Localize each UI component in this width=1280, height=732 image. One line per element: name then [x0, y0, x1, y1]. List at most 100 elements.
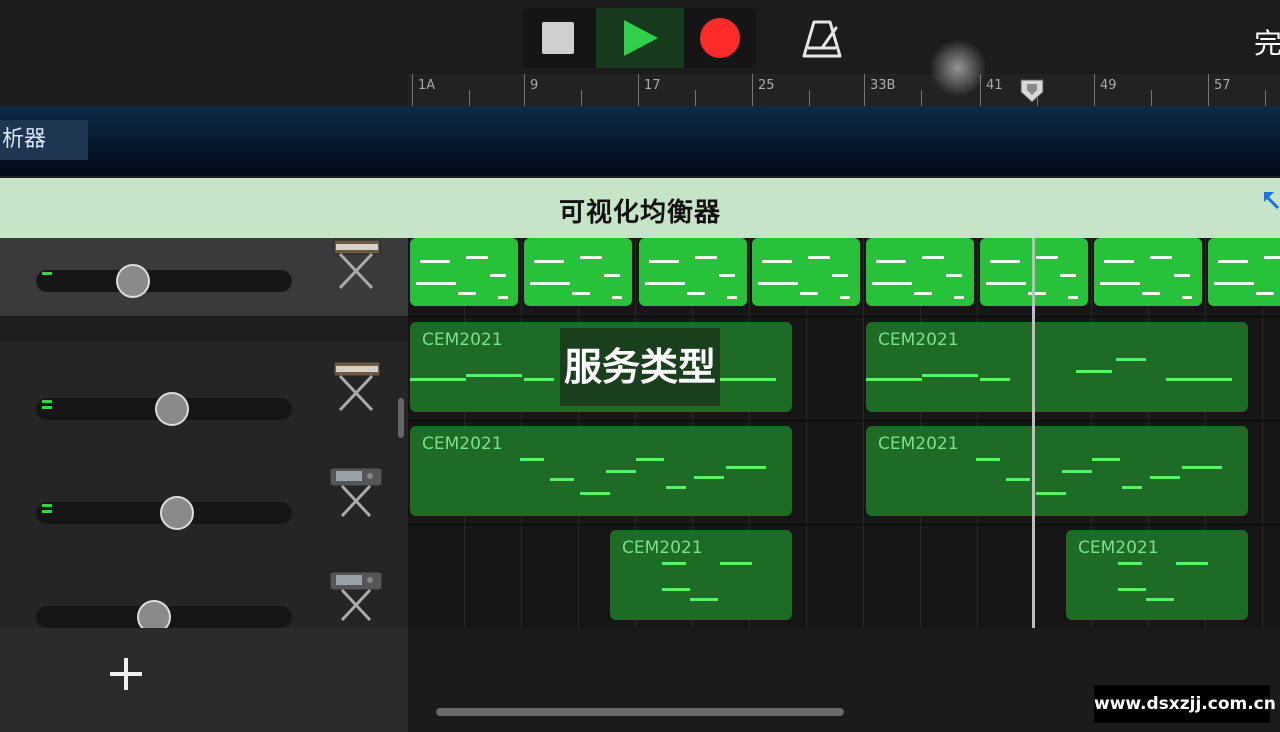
midi-note: [1116, 358, 1146, 361]
timeline-ruler[interactable]: 1A 9 17 25 33B 41 49 57: [408, 74, 1280, 106]
touch-indicator: [930, 40, 986, 96]
midi-region[interactable]: [1208, 238, 1280, 306]
region-name: CEM2021: [422, 330, 503, 350]
ruler-subtick: [469, 90, 470, 106]
midi-note: [466, 256, 488, 259]
midi-note: [636, 458, 664, 461]
done-button[interactable]: 完: [1254, 22, 1280, 62]
midi-note: [976, 458, 1000, 461]
synth-keyboard-icon[interactable]: [326, 232, 386, 296]
midi-note: [534, 260, 564, 263]
midi-note: [1118, 588, 1146, 591]
midi-region[interactable]: [410, 238, 518, 306]
midi-note: [490, 274, 506, 277]
midi-note: [1182, 466, 1222, 469]
level-meter: [42, 504, 52, 516]
midi-note: [1104, 260, 1134, 263]
midi-note: [986, 282, 1026, 285]
midi-note: [666, 486, 686, 489]
midi-region[interactable]: CEM2021: [610, 530, 792, 620]
midi-note: [1060, 274, 1076, 277]
midi-note: [1092, 458, 1120, 461]
midi-note: [580, 492, 610, 495]
track-header[interactable]: [0, 446, 408, 551]
record-button[interactable]: [684, 8, 756, 68]
ruler-bar-label: 17: [644, 78, 661, 93]
midi-note: [1142, 292, 1160, 295]
midi-region[interactable]: [639, 238, 747, 306]
ruler-tick: [1094, 74, 1095, 106]
track-row-separator: [408, 420, 1280, 421]
midi-note: [606, 470, 636, 473]
plus-icon[interactable]: [108, 656, 144, 692]
midi-note: [1068, 296, 1078, 299]
midi-note: [1166, 378, 1232, 381]
tracks-grid[interactable]: CEM2021 CEM2021 CEM2021 CEM2021 CEM2021 CEM20…: [408, 238, 1280, 628]
midi-note: [872, 282, 912, 285]
volume-knob[interactable]: [116, 264, 151, 298]
midi-note: [808, 256, 830, 259]
region-name: CEM2021: [878, 434, 959, 454]
ruler-subtick: [1265, 90, 1266, 106]
ruler-subtick: [809, 90, 810, 106]
track-header[interactable]: [0, 342, 408, 447]
midi-region[interactable]: [524, 238, 632, 306]
ruler-subtick: [1151, 90, 1152, 106]
drum-machine-icon[interactable]: [326, 562, 386, 626]
track-header[interactable]: [0, 238, 408, 317]
midi-note: [572, 292, 590, 295]
midi-note: [645, 282, 685, 285]
midi-note: [580, 256, 602, 259]
midi-note: [946, 274, 962, 277]
midi-note: [1118, 562, 1142, 565]
midi-note: [866, 378, 922, 381]
midi-note: [1036, 256, 1058, 259]
midi-region[interactable]: CEM2021: [410, 426, 792, 516]
analyzer-tab[interactable]: 析器: [0, 120, 88, 160]
midi-region[interactable]: [866, 238, 974, 306]
midi-note: [1218, 260, 1248, 263]
add-track-area: [0, 628, 408, 732]
visual-eq-bar[interactable]: 可视化均衡器: [0, 178, 1280, 238]
midi-region[interactable]: CEM2021: [1066, 530, 1248, 620]
midi-region[interactable]: [1094, 238, 1202, 306]
midi-note: [690, 598, 718, 601]
midi-region[interactable]: CEM2021: [866, 426, 1248, 516]
midi-note: [980, 378, 1010, 381]
midi-note: [922, 374, 978, 377]
ruler-bar-label: 57: [1214, 78, 1231, 93]
volume-slider[interactable]: [36, 270, 292, 292]
midi-note: [604, 274, 620, 277]
ruler-bar-label: 9: [530, 78, 539, 93]
ruler-bar-label: 1A: [418, 78, 436, 93]
synth-keyboard-icon[interactable]: [326, 354, 386, 418]
midi-note: [649, 260, 679, 263]
volume-knob[interactable]: [154, 392, 189, 426]
midi-note: [1028, 292, 1046, 295]
stop-button[interactable]: [522, 8, 596, 68]
volume-knob[interactable]: [159, 496, 194, 530]
midi-note: [758, 282, 798, 285]
drum-machine-icon[interactable]: [326, 458, 386, 522]
midi-note: [1100, 282, 1140, 285]
playhead-icon: [1020, 79, 1044, 103]
track-list-scroll-grip[interactable]: [398, 398, 404, 438]
midi-region[interactable]: [752, 238, 860, 306]
midi-note: [530, 282, 570, 285]
region-name: CEM2021: [622, 538, 703, 558]
midi-note: [416, 282, 456, 285]
ruler-bar-label: 33B: [870, 78, 896, 93]
expand-icon[interactable]: [1262, 190, 1280, 212]
midi-note: [1176, 562, 1208, 565]
play-button[interactable]: [596, 8, 684, 68]
region-name: CEM2021: [422, 434, 503, 454]
midi-note: [1256, 292, 1274, 295]
midi-note: [612, 296, 622, 299]
metronome-button[interactable]: [800, 18, 844, 60]
ruler-bar-label: 49: [1100, 78, 1117, 93]
horizontal-scrollbar[interactable]: [436, 708, 844, 716]
midi-region[interactable]: CEM2021: [866, 322, 1248, 412]
ruler-tick: [638, 74, 639, 106]
midi-note: [1062, 470, 1092, 473]
playhead-handle[interactable]: [1019, 78, 1045, 104]
